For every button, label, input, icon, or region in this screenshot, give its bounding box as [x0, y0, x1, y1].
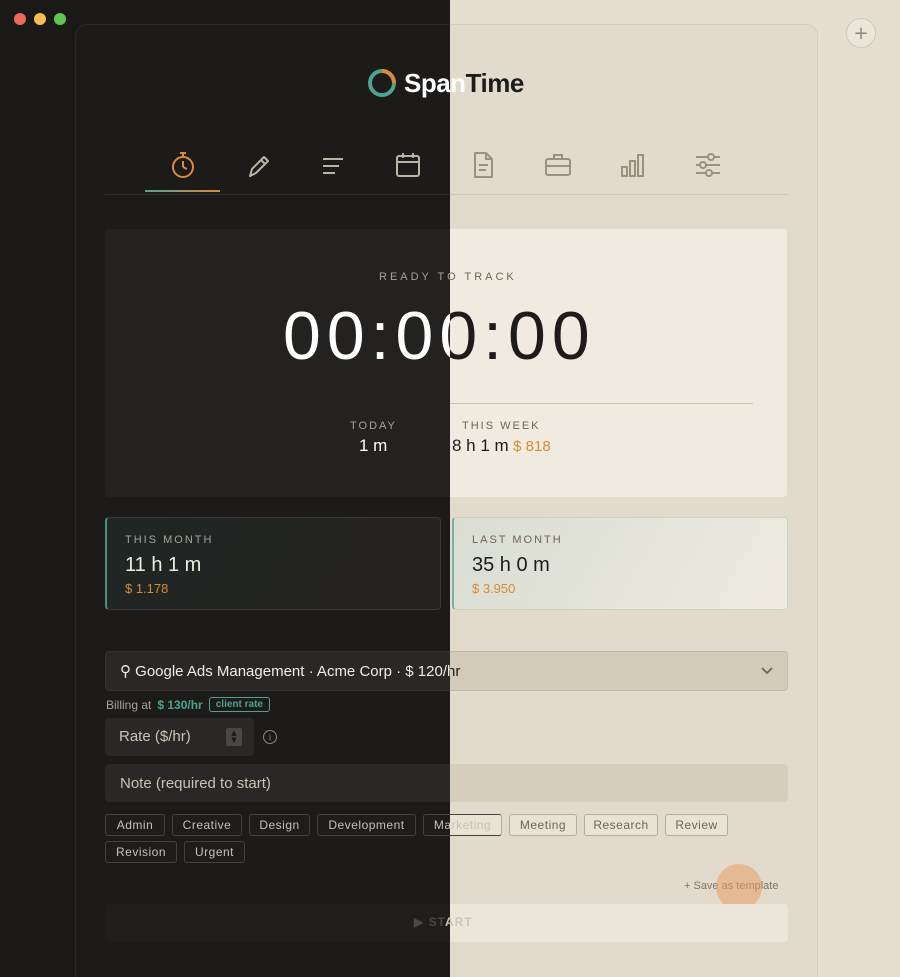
nav-divider: [450, 194, 788, 195]
app-logo: SpanTime: [366, 67, 524, 99]
tab-entries[interactable]: [295, 150, 370, 192]
tag-design[interactable]: Design: [249, 814, 310, 836]
project-select-text-light: ⚲ Google Ads Management · Acme Corp · $ …: [450, 663, 461, 680]
bar-chart-icon: [620, 154, 644, 177]
last-month-value: 35 h 0 m: [472, 554, 550, 576]
timer-status: READY TO TRACK READY TO TRACK: [379, 271, 519, 285]
stepper-down-icon[interactable]: ▼: [231, 737, 236, 744]
timer-display: 00:00:00 00:00:00: [0, 297, 900, 387]
rate-input[interactable]: [105, 718, 215, 755]
rate-stepper[interactable]: ▲ ▼: [226, 728, 242, 746]
project-select-text: ⚲ Google Ads Management · Acme Corp · $ …: [120, 663, 450, 680]
timer-status-text-light: READY TO TRACK: [450, 271, 517, 283]
today-label: TODAY: [350, 420, 397, 432]
start-label-part2: ART: [445, 915, 473, 929]
note-input[interactable]: [105, 764, 788, 802]
logo-ring-icon: [368, 69, 396, 97]
calendar-icon: [395, 153, 420, 177]
week-money: $ 818: [513, 438, 551, 455]
pencil-icon: [248, 156, 269, 177]
tag-creative[interactable]: Creative: [172, 814, 242, 836]
briefcase-icon: [544, 154, 571, 176]
timer-digits: 00:00:00: [283, 298, 450, 374]
info-icon[interactable]: i: [263, 730, 277, 744]
billing-info: Billing at $ 130/hr client rate: [106, 697, 270, 712]
last-month-money: $ 3.950: [472, 581, 516, 596]
tab-timer[interactable]: [145, 150, 220, 192]
list-icon: [322, 158, 343, 174]
tag-development[interactable]: Development: [317, 814, 416, 836]
tab-calendar[interactable]: [370, 150, 445, 192]
billing-prefix: Billing at: [106, 697, 152, 712]
tab-projects[interactable]: [520, 150, 595, 192]
document-icon: [473, 152, 493, 178]
start-button-label[interactable]: ▶ START: [414, 915, 473, 929]
close-window-button[interactable]: [14, 13, 26, 25]
main-nav: [145, 150, 788, 196]
chevron-down-icon[interactable]: [761, 666, 773, 676]
start-button[interactable]: [450, 904, 788, 942]
app-name: SpanTime: [404, 68, 524, 99]
tag-research[interactable]: Research: [584, 814, 658, 836]
week-stat: 8 h 1 m $ 818: [452, 436, 551, 456]
timer-status-text: READY TO TRACK: [379, 271, 450, 283]
app-name-part2: Time: [465, 67, 525, 98]
this-month-label: THIS MONTH: [125, 534, 214, 546]
maximize-window-button[interactable]: [54, 13, 66, 25]
timer-digits-light: 00:00:00: [450, 298, 596, 374]
tag-review[interactable]: Review: [665, 814, 728, 836]
nav-divider: [105, 194, 450, 195]
app-name-part1: Span: [404, 67, 466, 98]
tag-marketing[interactable]: Marketing: [423, 814, 502, 836]
add-button[interactable]: +: [846, 18, 876, 48]
today-value: 1 m: [359, 436, 388, 455]
start-button[interactable]: [105, 904, 450, 942]
billing-rate: $ 130/hr: [157, 697, 203, 712]
tag-revision[interactable]: Revision: [105, 841, 177, 863]
tab-stats[interactable]: [595, 150, 670, 192]
active-tab-indicator: [145, 190, 220, 192]
rate-field[interactable]: ▲▼: [105, 718, 254, 756]
tag-meeting[interactable]: Meeting: [509, 814, 577, 836]
this-month-money: $ 1.178: [125, 581, 169, 596]
minimize-window-button[interactable]: [34, 13, 46, 25]
tag-urgent[interactable]: Urgent: [184, 841, 245, 863]
this-month-value: 11 h 1 m: [125, 554, 202, 576]
window-controls: [14, 13, 66, 25]
tag-admin[interactable]: Admin: [105, 814, 165, 836]
tab-settings[interactable]: [670, 150, 745, 192]
last-month-card: LAST MONTH 35 h 0 m $ 3.950: [452, 517, 788, 610]
week-value: 8 h 1 m: [452, 436, 509, 455]
week-label: THIS WEEK: [462, 420, 541, 432]
sliders-icon: [695, 153, 720, 177]
client-rate-badge: client rate: [208, 697, 270, 712]
stopwatch-icon: [171, 152, 194, 178]
start-label-part1: ▶ ST: [414, 915, 446, 929]
tab-reports[interactable]: [445, 150, 520, 192]
timer-divider: [450, 403, 753, 404]
tab-edit[interactable]: [220, 150, 295, 192]
last-month-label: LAST MONTH: [472, 534, 563, 546]
this-month-card: THIS MONTH 11 h 1 m $ 1.178: [105, 517, 441, 610]
